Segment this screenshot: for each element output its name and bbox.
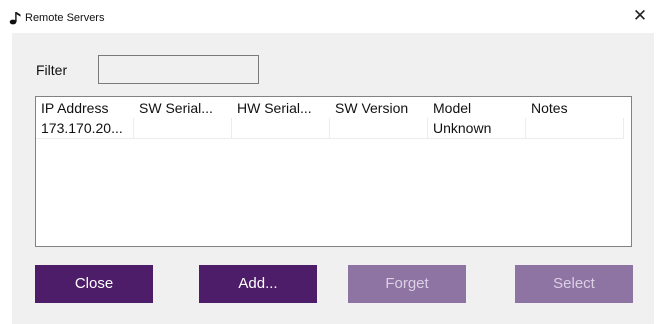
add-button[interactable]: Add... xyxy=(199,265,317,303)
column-header-sw-version[interactable]: SW Version xyxy=(330,97,428,118)
cell-model: Unknown xyxy=(428,118,526,139)
select-button[interactable]: Select xyxy=(515,265,633,303)
remote-servers-window: Remote Servers ✕ Filter IP Address SW Se… xyxy=(0,0,659,324)
music-note-icon xyxy=(9,12,21,25)
close-button[interactable]: Close xyxy=(35,265,153,303)
column-header-hw-serial[interactable]: HW Serial... xyxy=(232,97,330,118)
forget-button[interactable]: Forget xyxy=(348,265,466,303)
cell-ip-address: 173.170.20... xyxy=(36,118,134,139)
filter-label: Filter xyxy=(36,62,68,78)
cell-notes xyxy=(526,118,624,139)
filter-input[interactable] xyxy=(98,55,259,84)
column-header-notes[interactable]: Notes xyxy=(526,97,624,118)
title-bar[interactable]: Remote Servers ✕ xyxy=(0,0,659,33)
column-header-model[interactable]: Model xyxy=(428,97,526,118)
cell-hw-serial xyxy=(232,118,330,139)
column-header-sw-serial[interactable]: SW Serial... xyxy=(134,97,232,118)
window-title: Remote Servers xyxy=(25,12,105,24)
cell-sw-serial xyxy=(134,118,232,139)
column-header-ip-address[interactable]: IP Address xyxy=(36,97,134,118)
close-icon[interactable]: ✕ xyxy=(629,5,651,27)
cell-sw-version xyxy=(330,118,428,139)
servers-list[interactable]: IP Address SW Serial... HW Serial... SW … xyxy=(35,96,632,247)
table-row[interactable]: 173.170.20... Unknown xyxy=(36,118,631,139)
list-header: IP Address SW Serial... HW Serial... SW … xyxy=(36,97,631,118)
